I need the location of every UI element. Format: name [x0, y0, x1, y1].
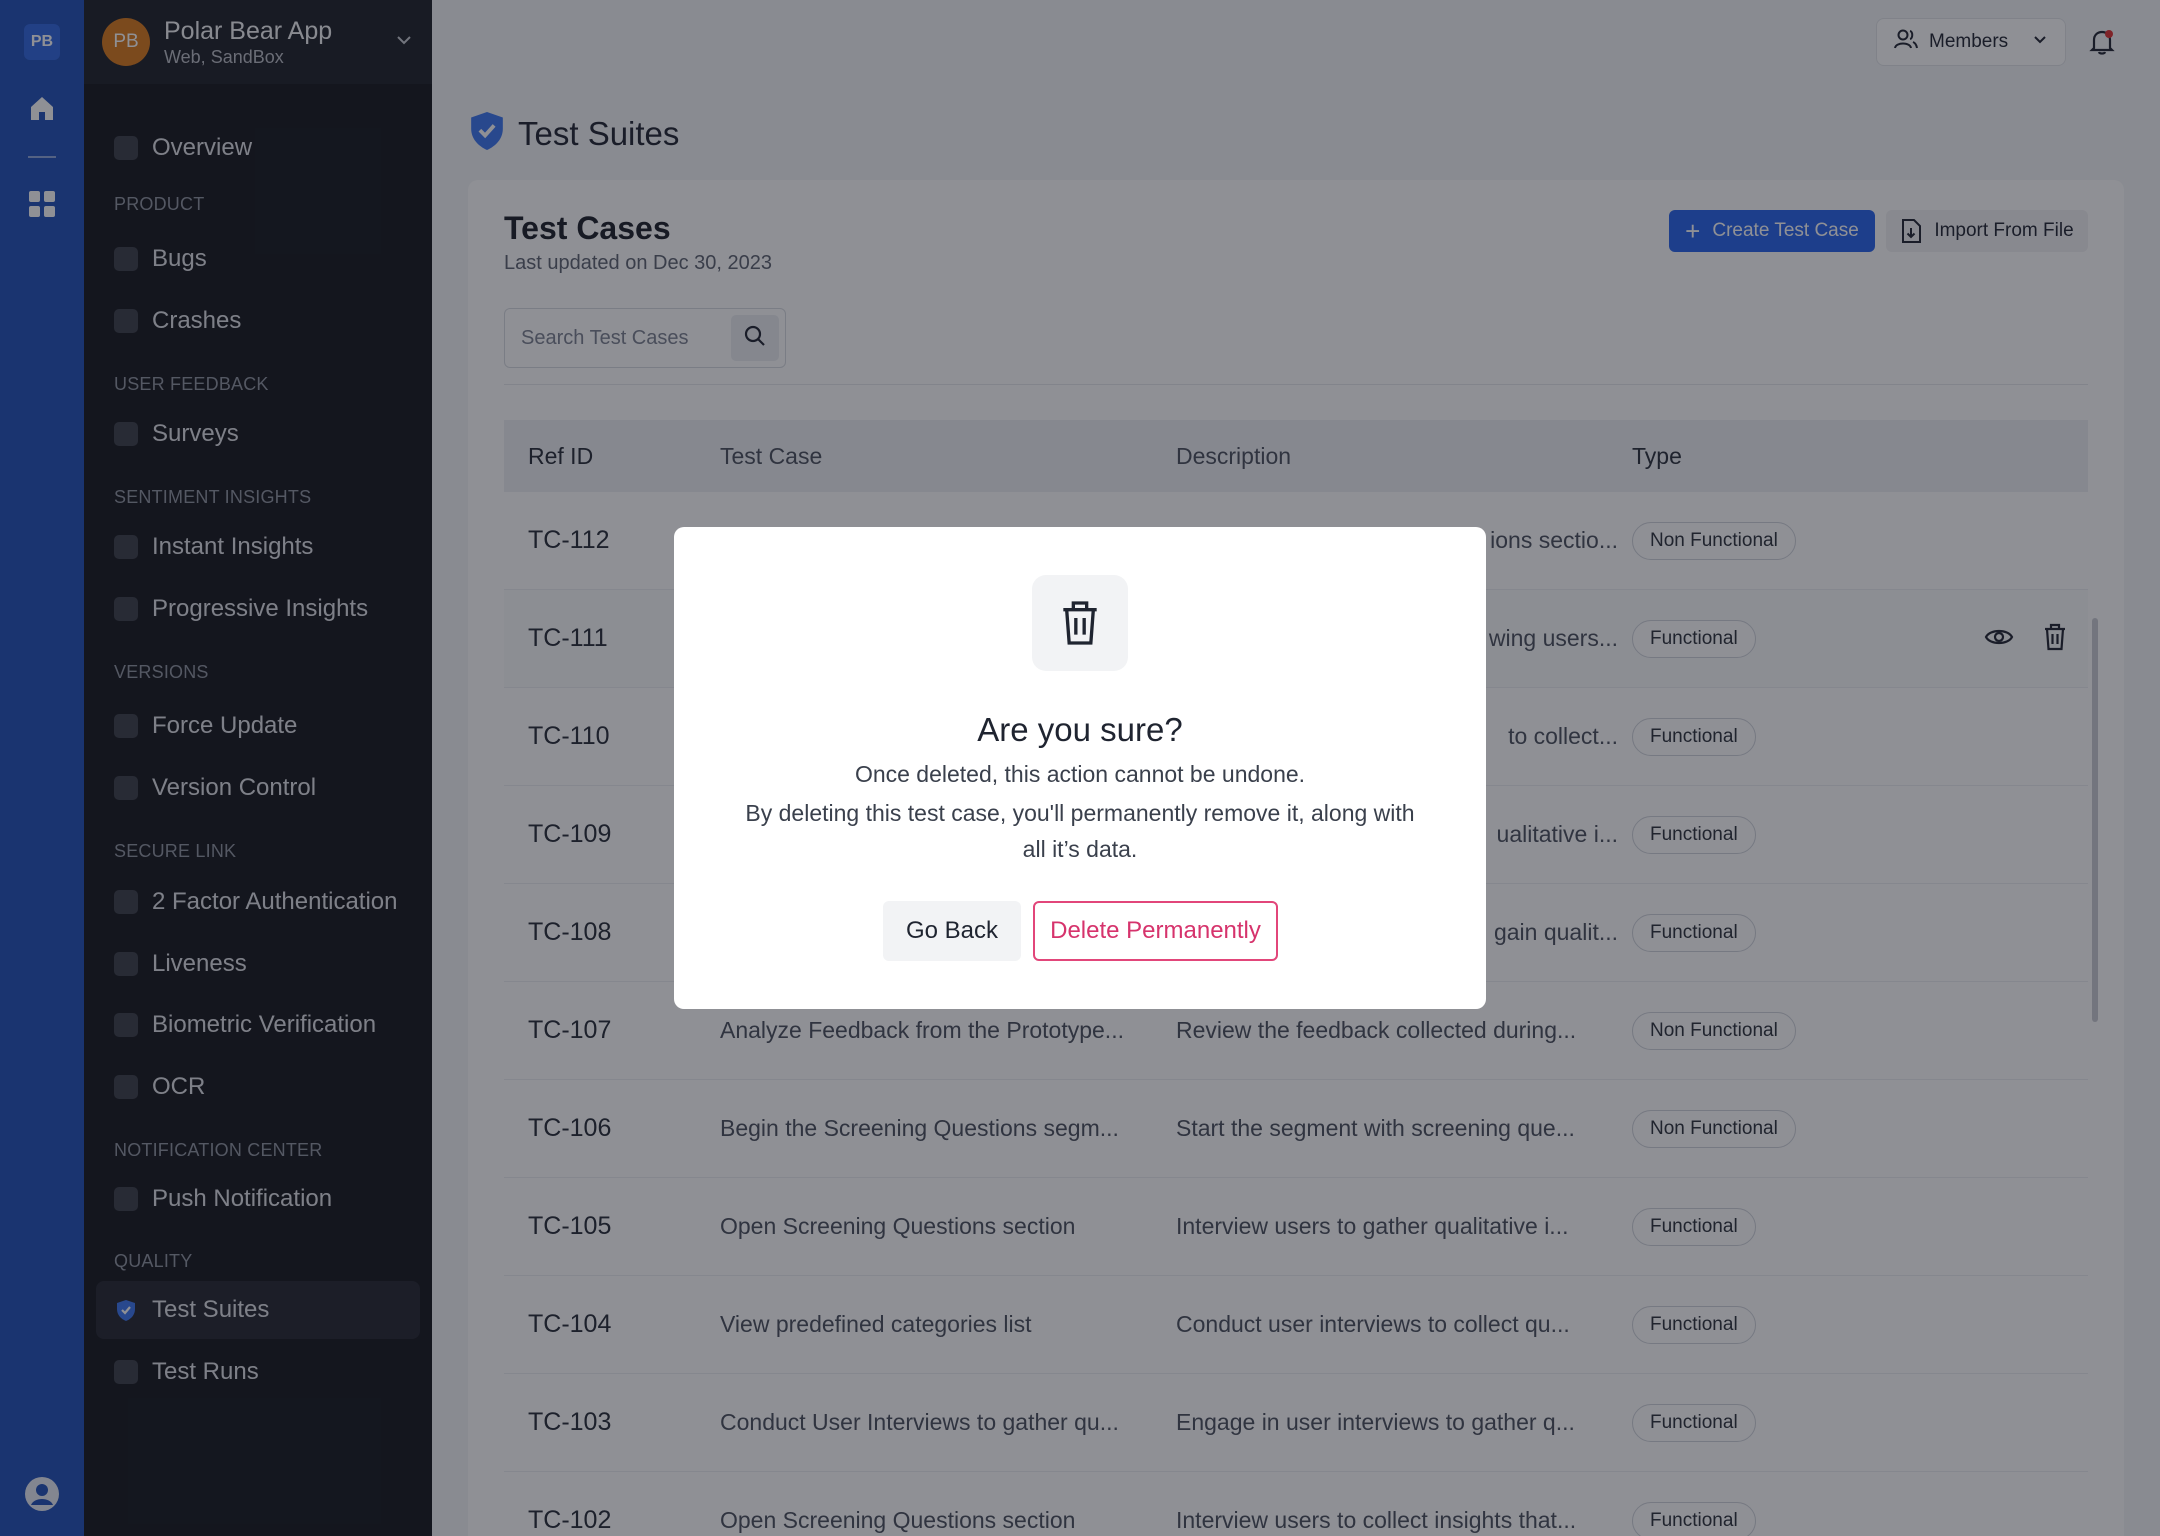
- dialog-message: Once deleted, this action cannot be undo…: [854, 761, 1306, 787]
- trash-icon: [1032, 575, 1128, 671]
- dialog-detail: By deleting this test case, you'll perma…: [745, 800, 1415, 862]
- delete-confirm-dialog: Are you sure? Once deleted, this action …: [674, 527, 1486, 1009]
- delete-permanently-button[interactable]: Delete Permanently: [1033, 901, 1278, 961]
- go-back-button[interactable]: Go Back: [883, 901, 1021, 961]
- dialog-title: Are you sure?: [977, 711, 1183, 748]
